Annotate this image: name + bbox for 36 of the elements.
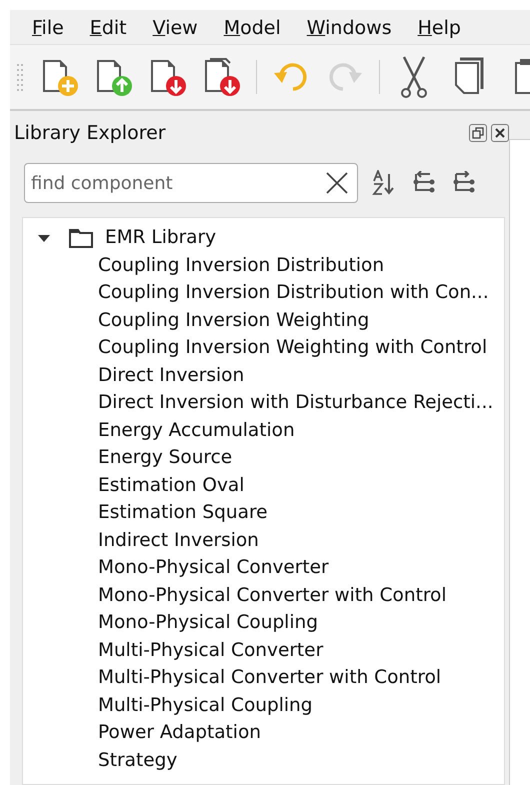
tree-item[interactable]: Multi-Physical Converter	[98, 640, 324, 661]
menu-item[interactable]: Edit	[90, 17, 127, 39]
close-icon	[494, 127, 506, 139]
float-button[interactable]	[469, 124, 487, 142]
folder-icon	[69, 228, 93, 248]
clear-icon[interactable]	[325, 171, 349, 195]
tree-item[interactable]: Mono-Physical Converter with Control	[98, 584, 447, 606]
tree-item[interactable]: Direct Inversion	[98, 364, 244, 386]
tree-item[interactable]: Mono-Physical Coupling	[98, 612, 318, 634]
tree-item[interactable]: Indirect Inversion	[98, 530, 259, 551]
tree-item[interactable]: Energy Source	[98, 447, 232, 468]
tree-item[interactable]: Coupling Inversion Weighting	[98, 310, 370, 331]
float-icon	[472, 127, 484, 139]
tree-item[interactable]: Coupling Inversion Weighting with Control	[98, 337, 488, 358]
menu-item[interactable]: View	[152, 17, 198, 39]
close-button[interactable]	[491, 124, 509, 142]
tree-item[interactable]: Power Adaptation	[98, 722, 261, 744]
tree-item[interactable]: Mono-Physical Converter	[98, 557, 329, 578]
tree-item[interactable]: Coupling Inversion Distribution with Con...	[98, 282, 489, 304]
sort-button[interactable]	[372, 170, 396, 196]
tree-item[interactable]: Estimation Square	[98, 502, 268, 524]
tree-item[interactable]: Estimation Oval	[98, 474, 244, 496]
tree-item[interactable]: EMR Library	[105, 227, 216, 248]
tree-item[interactable]: Multi-Physical Converter with Control	[98, 667, 442, 688]
grip-icon[interactable]	[16, 62, 24, 92]
menu-item[interactable]: Model	[224, 17, 281, 39]
tree-item[interactable]: Strategy	[98, 750, 178, 771]
search-field[interactable]: find component	[24, 163, 358, 203]
tree-item[interactable]: Coupling Inversion Distribution	[98, 254, 384, 276]
panel-title: Library Explorer	[14, 122, 167, 144]
tree-item[interactable]: Energy Accumulation	[98, 420, 295, 441]
menu-item[interactable]: File	[32, 17, 64, 39]
tree-item[interactable]: Direct Inversion with Disturbance Rejecti...	[98, 392, 494, 414]
menu-item[interactable]: Windows	[306, 17, 392, 39]
tree-item[interactable]: Multi-Physical Coupling	[98, 694, 312, 716]
menu-item[interactable]: Help	[418, 17, 461, 39]
